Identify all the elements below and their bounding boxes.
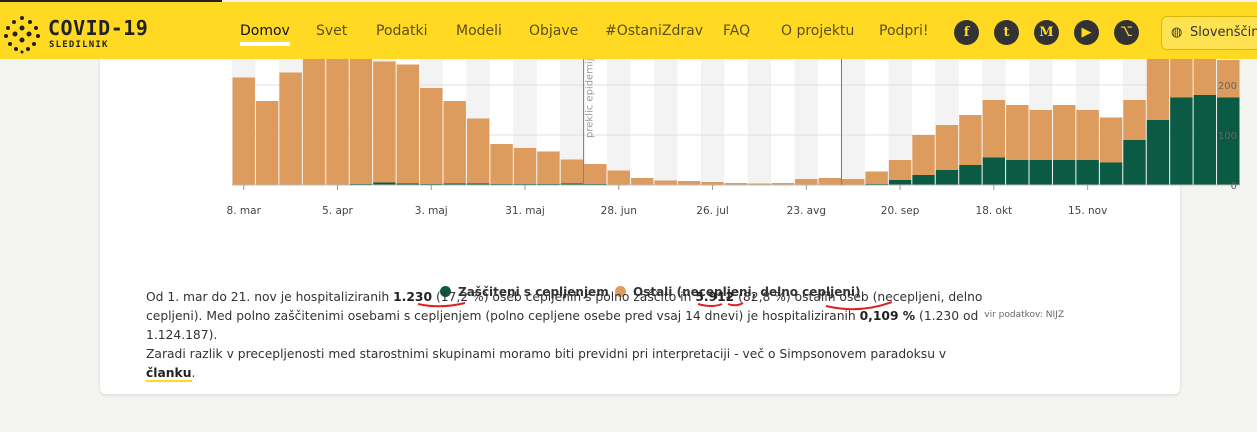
nav-objave[interactable]: Objave xyxy=(529,23,578,39)
bar-others xyxy=(396,64,420,184)
nav-modeli[interactable]: Modeli xyxy=(456,23,502,39)
nav-svet[interactable]: Svet xyxy=(316,23,347,39)
bar-others xyxy=(1099,117,1123,163)
nav-ostanizdrav[interactable]: #OstaniZdrav xyxy=(605,23,703,39)
bar-others xyxy=(959,115,982,165)
grid-band xyxy=(607,50,631,185)
bar-others xyxy=(795,179,818,185)
grid-band xyxy=(747,50,772,185)
bar-protected xyxy=(1170,97,1193,185)
x-tick-label: 31. maj xyxy=(505,205,545,217)
facebook-icon[interactable]: f xyxy=(954,20,979,45)
bar-protected xyxy=(1123,140,1146,185)
bar-others xyxy=(1123,100,1146,140)
bar-protected xyxy=(888,180,912,185)
bar-others xyxy=(1029,110,1052,160)
grid-band xyxy=(841,50,865,185)
bar-others xyxy=(865,171,888,184)
bar-protected xyxy=(1193,95,1217,185)
bar-others xyxy=(373,61,396,183)
x-tick-label: 15. nov xyxy=(1068,205,1107,217)
hospitalization-chart: preklic epidemije 0 100 200 8. mar 5. apr 3. m… xyxy=(227,50,1240,217)
bar-others xyxy=(584,164,607,184)
bar-others xyxy=(818,178,841,185)
bar-others xyxy=(420,88,443,184)
twitter-icon[interactable]: t xyxy=(994,20,1019,45)
bar-others xyxy=(255,101,279,185)
bar-others xyxy=(326,51,349,185)
bar-protected xyxy=(1006,160,1029,185)
nav-domov[interactable]: Domov xyxy=(240,23,290,46)
bar-others xyxy=(466,118,490,184)
globe-icon: ◍ xyxy=(1171,25,1183,40)
bar-others xyxy=(443,101,466,184)
x-tick-label: 20. sep xyxy=(881,205,920,217)
bar-others xyxy=(912,135,935,175)
x-tick-label: 8. mar xyxy=(227,205,262,217)
bar-others xyxy=(1052,105,1076,160)
bar-others xyxy=(302,54,326,185)
article-link[interactable]: članku xyxy=(146,366,192,382)
x-tick-label: 18. okt xyxy=(976,205,1013,217)
x-tick-label: 28. jun xyxy=(601,205,637,217)
github-icon[interactable]: ⌥ xyxy=(1114,20,1139,45)
bar-others xyxy=(1076,110,1099,160)
bar-protected xyxy=(959,165,982,185)
nav-o-projektu[interactable]: O projektu xyxy=(781,23,854,39)
x-tick-label: 23. avg xyxy=(787,205,826,217)
bar-others xyxy=(349,53,373,184)
x-tick-label: 3. maj xyxy=(415,205,448,217)
bar-others xyxy=(607,170,631,185)
language-selector[interactable]: ◍ Slovenščina xyxy=(1161,16,1257,50)
y-tick-label: 200 xyxy=(1218,81,1237,92)
medium-icon[interactable]: M xyxy=(1034,20,1059,45)
logo-title: COVID-19 xyxy=(48,16,149,40)
x-tick-label: 5. apr xyxy=(322,205,353,217)
bar-protected xyxy=(935,170,959,185)
bar-others xyxy=(1006,105,1029,160)
bar-protected xyxy=(1052,160,1076,185)
nav-podpri[interactable]: Podpri! xyxy=(879,23,929,39)
bar-others xyxy=(888,160,912,180)
bar-protected xyxy=(1076,160,1099,185)
logo-subtitle: SLEDILNIK xyxy=(49,40,109,50)
grid-band xyxy=(653,50,678,185)
grid-band xyxy=(700,50,725,185)
x-tick-label: 26. jul xyxy=(696,205,729,217)
bar-others xyxy=(560,159,584,184)
bar-others xyxy=(654,180,677,185)
bar-others xyxy=(279,72,302,185)
site-header: COVID-19 SLEDILNIK Domov Svet Podatki Mo… xyxy=(0,2,1257,59)
youtube-icon[interactable]: ▶ xyxy=(1074,20,1099,45)
y-tick-label: 100 xyxy=(1218,131,1237,142)
grid-band xyxy=(794,50,819,185)
nav-faq[interactable]: FAQ xyxy=(723,23,750,39)
bar-others xyxy=(1170,55,1193,98)
nav-podatki[interactable]: Podatki xyxy=(376,23,427,39)
logo-dots-icon xyxy=(4,16,40,54)
bar-others xyxy=(490,144,513,184)
bar-others xyxy=(513,148,537,184)
summary-paragraph: Od 1. mar do 21. nov je hospitaliziranih… xyxy=(146,290,983,382)
bar-others xyxy=(841,179,865,185)
bar-others xyxy=(982,100,1006,158)
bar-protected xyxy=(912,175,935,185)
bar-others xyxy=(1193,55,1217,95)
data-source: vir podatkov: NIJZ xyxy=(984,310,1064,320)
bar-protected xyxy=(1099,162,1123,185)
bar-protected xyxy=(1146,120,1170,185)
y-tick-label: 0 xyxy=(1231,181,1237,192)
annotation-label: preklic epidemije xyxy=(585,52,596,138)
bar-others xyxy=(677,181,701,185)
bar-others xyxy=(1146,55,1170,120)
bar-others xyxy=(631,178,654,185)
bar-others xyxy=(537,151,560,184)
bar-others xyxy=(232,77,255,185)
bar-others xyxy=(935,125,959,170)
logo[interactable]: COVID-19 SLEDILNIK xyxy=(2,10,152,54)
bar-protected xyxy=(982,157,1006,185)
bar-protected xyxy=(1029,160,1052,185)
